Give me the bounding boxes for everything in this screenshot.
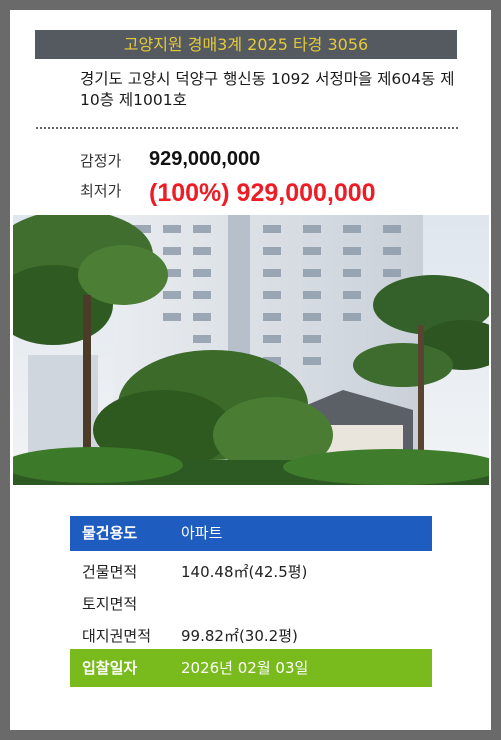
auction-card[interactable]: 고양지원 경매3계 2025 타경 3056 경기도 고양시 덕양구 행신동 1…: [10, 10, 491, 730]
detail-row-usage: 물건용도 아파트: [70, 516, 432, 551]
appraisal-price-label: 감정가: [80, 152, 122, 170]
apartment-building-photo[interactable]: [13, 215, 489, 485]
building-area-label: 건물면적: [82, 563, 138, 581]
property-address: 경기도 고양시 덕양구 행신동 1092 서정마을 제604동 제10층 제10…: [80, 70, 455, 109]
dotted-divider: [36, 127, 458, 129]
land-right-area-label: 대지권면적: [82, 627, 152, 645]
land-right-area-value: 99.82㎡(30.2평): [181, 627, 298, 645]
bid-date-label: 입찰일자: [82, 659, 138, 677]
detail-row-bid-date: 입찰일자 2026년 02월 03일: [70, 649, 432, 687]
building-area-value: 140.48㎡(42.5평): [181, 563, 308, 581]
appraisal-price-value: 929,000,000: [149, 148, 261, 170]
usage-label: 물건용도: [82, 524, 138, 542]
detail-row-building-area: 건물면적 140.48㎡(42.5평): [70, 556, 432, 588]
detail-row-land-right-area: 대지권면적 99.82㎡(30.2평): [70, 620, 432, 652]
minimum-price-label: 최저가: [80, 182, 122, 200]
bid-date-value: 2026년 02월 03일: [181, 659, 309, 677]
apartment-photo-illustration: [13, 215, 489, 485]
case-number-header: 고양지원 경매3계 2025 타경 3056: [35, 30, 457, 59]
detail-row-land-area: 토지면적: [70, 588, 432, 620]
usage-value: 아파트: [181, 524, 223, 542]
land-area-label: 토지면적: [82, 595, 138, 613]
minimum-price-value: (100%) 929,000,000: [149, 179, 376, 207]
